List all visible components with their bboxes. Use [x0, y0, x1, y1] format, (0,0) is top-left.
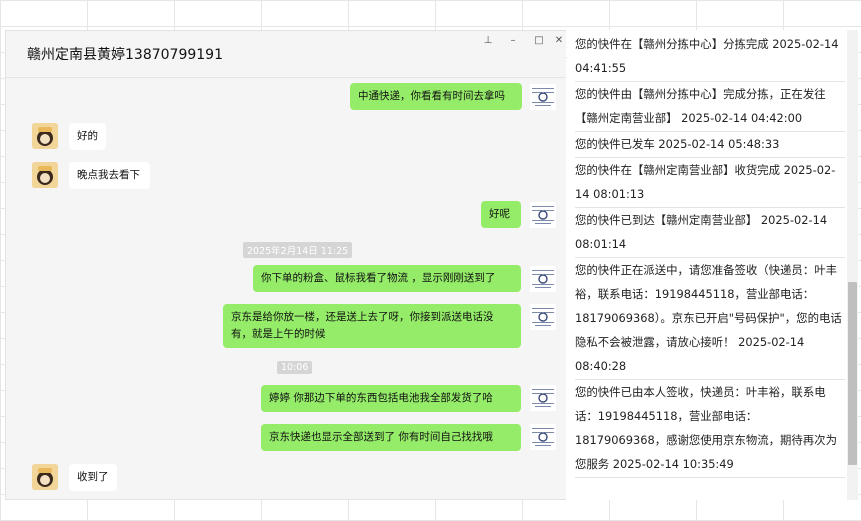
scrollbar-thumb[interactable] [848, 282, 857, 465]
avatar-qr-icon[interactable] [530, 424, 556, 450]
avatar-qr-icon[interactable] [530, 385, 556, 411]
minimize-icon[interactable]: – [504, 33, 522, 49]
contact-avatar[interactable] [32, 162, 58, 188]
message-list[interactable]: 中通快递，你看看有时间去拿吗 好的 晚点我去看下 好呢 2025年2月14日 1… [6, 78, 567, 499]
contact-avatar[interactable] [32, 464, 58, 490]
avatar-qr-icon[interactable] [530, 304, 556, 330]
maximize-icon[interactable]: □ [530, 33, 548, 49]
tracking-entry: 您的快件已到达【赣州定南营业部】 2025-02-14 08:01:14 [575, 208, 845, 258]
chat-header: 赣州定南县黄婷13870799191 ⊥ – □ ✕ [6, 31, 567, 78]
tracking-entry: 您的快件已发车 2025-02-14 05:48:33 [575, 132, 845, 158]
message-bubble-incoming[interactable]: 收到了 [69, 464, 117, 491]
avatar-qr-icon[interactable] [530, 266, 556, 292]
message-bubble-outgoing[interactable]: 好呢 [481, 201, 521, 228]
pin-icon[interactable]: ⊥ [479, 33, 497, 49]
message-bubble-incoming[interactable]: 好的 [69, 123, 106, 150]
tracking-list: 您的快件在【赣州分拣中心】分拣完成 2025-02-14 04:41:55 您的… [575, 32, 845, 478]
avatar-qr-icon[interactable] [530, 84, 556, 110]
message-bubble-outgoing[interactable]: 中通快递，你看看有时间去拿吗 [350, 83, 522, 110]
tracking-entry: 您的快件正在派送中，请您准备签收（快递员：叶丰裕，联系电话：1919844511… [575, 258, 845, 380]
message-bubble-outgoing[interactable]: 京东是给你放一楼，还是送上去了呀，你接到派送电话没有，就是上午的时候 [223, 304, 521, 348]
more-dots-icon[interactable]: •• [566, 53, 568, 64]
timestamp-divider: 2025年2月14日 11:25 [243, 242, 353, 258]
avatar-qr-icon[interactable] [530, 202, 556, 228]
tracking-entry: 您的快件由【赣州分拣中心】完成分拣，正在发往【赣州定南营业部】 2025-02-… [575, 82, 845, 132]
tracking-entry: 您的快件在【赣州定南营业部】收货完成 2025-02-14 08:01:13 [575, 158, 845, 208]
timestamp-divider: 10:06 [277, 361, 313, 374]
tracking-entry: 您的快件已由本人签收，快递员：叶丰裕，联系电话：19198445118，营业部电… [575, 380, 845, 478]
tracking-panel: •• 您的快件在【赣州分拣中心】分拣完成 2025-02-14 04:41:55… [566, 30, 858, 500]
message-bubble-outgoing[interactable]: 婷婷 你那边下单的东西包括电池我全部发货了哈 [261, 385, 521, 412]
chat-window: 赣州定南县黄婷13870799191 ⊥ – □ ✕ 中通快递，你看看有时间去拿… [5, 30, 568, 500]
tracking-entry: 您的快件在【赣州分拣中心】分拣完成 2025-02-14 04:41:55 [575, 32, 845, 82]
message-bubble-incoming[interactable]: 晚点我去看下 [69, 162, 150, 189]
message-bubble-outgoing[interactable]: 你下单的粉盒、鼠标我看了物流 ，显示刚刚送到了 [253, 265, 521, 292]
message-bubble-outgoing[interactable]: 京东快递也显示全部送到了 你有时间自己找找哦 [261, 424, 521, 451]
contact-avatar[interactable] [32, 123, 58, 149]
chat-title: 赣州定南县黄婷13870799191 [27, 47, 223, 63]
